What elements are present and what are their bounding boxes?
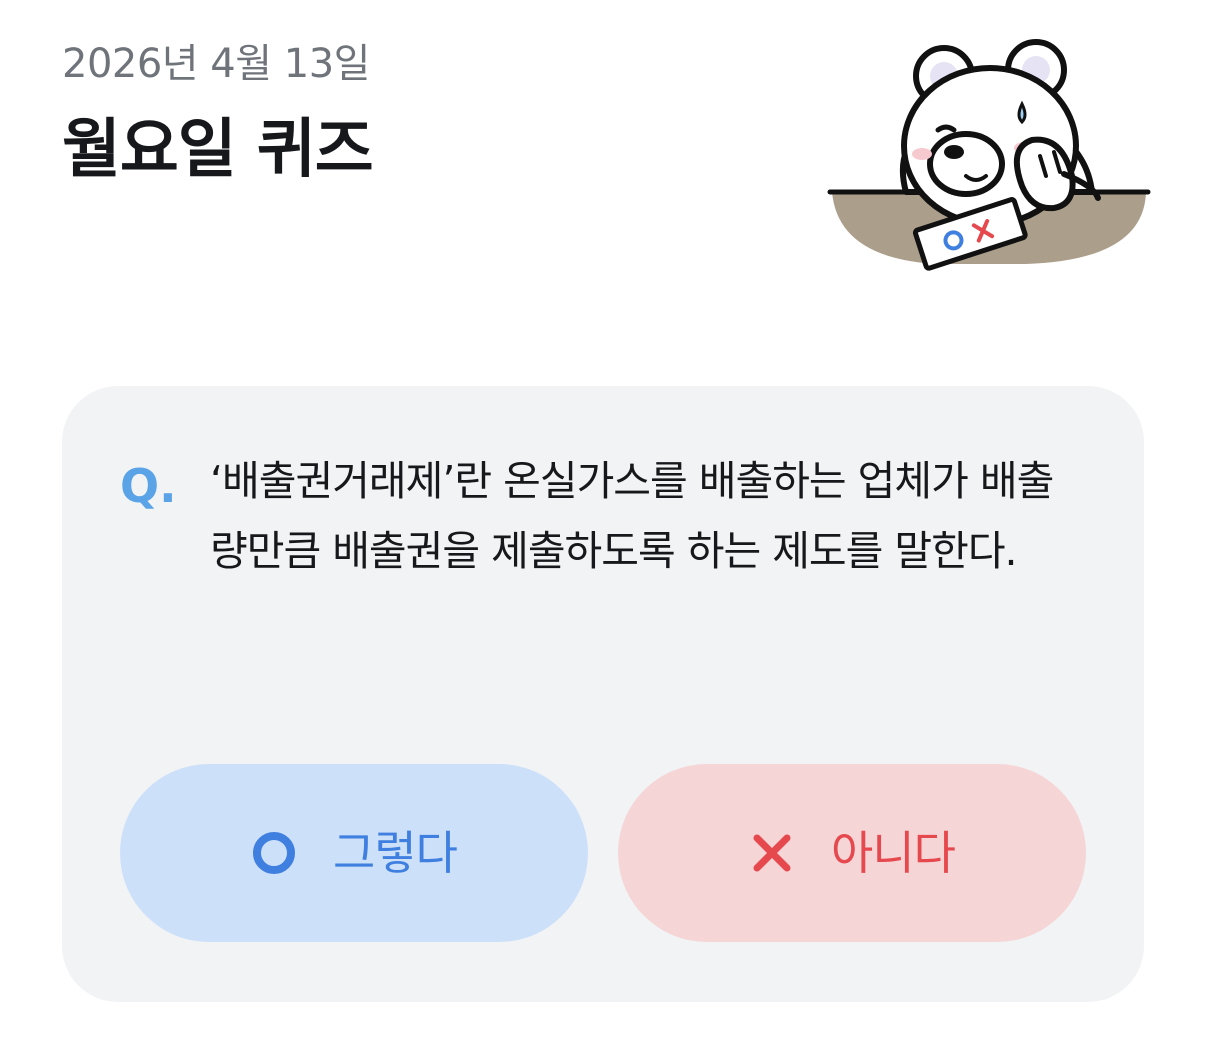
quiz-date: 2026년 4월 13일 xyxy=(62,41,370,87)
circle-o-icon xyxy=(253,832,296,874)
x-icon xyxy=(753,834,791,872)
question-label: Q. xyxy=(120,459,177,513)
question-text: ‘배출권거래제’란 온실가스를 배출하는 업체가 배출량만큼 배출권을 제출하도… xyxy=(210,457,1054,575)
answer-yes-button[interactable]: 그렇다 xyxy=(120,764,588,942)
answer-no-label: 아니다 xyxy=(831,826,956,880)
bear-illustration xyxy=(827,39,1151,271)
quiz-card: Q. ‘배출권거래제’란 온실가스를 배출하는 업체가 배출량만큼 배출권을 제… xyxy=(62,386,1144,1002)
quiz-page: 2026년 4월 13일 월요일 퀴즈 Q. ‘배출권거래제’란 온실가스를 배… xyxy=(0,0,1206,1044)
page-title: 월요일 퀴즈 xyxy=(62,113,374,187)
answer-yes-label: 그렇다 xyxy=(333,826,458,880)
answer-no-button[interactable]: 아니다 xyxy=(618,764,1086,942)
